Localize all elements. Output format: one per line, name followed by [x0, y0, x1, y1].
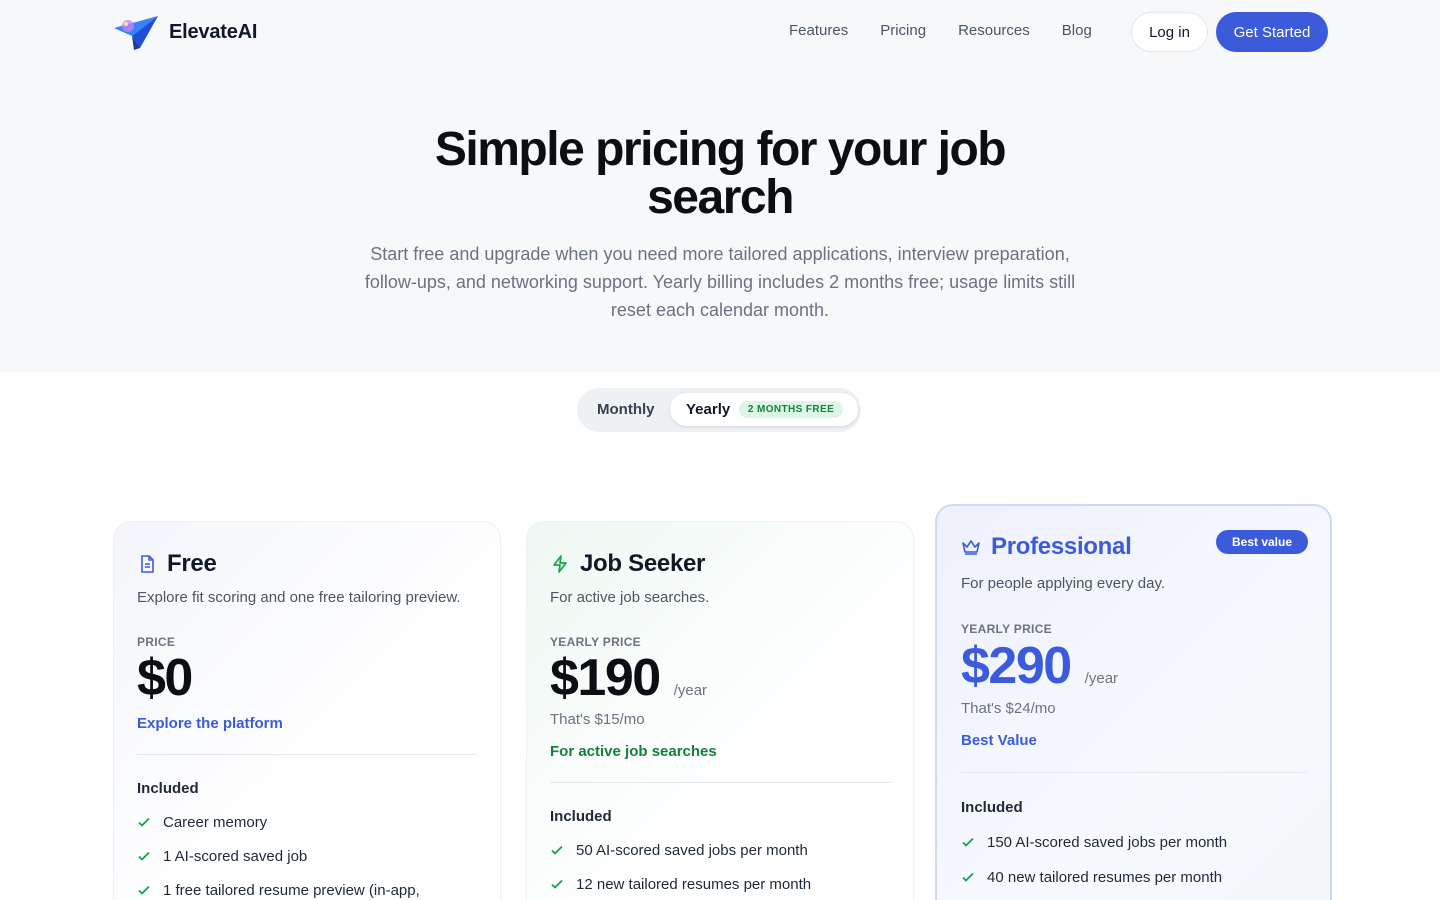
plan-tagline: Best Value: [961, 732, 1037, 749]
feature-text: 1 free tailored resume preview (in-app,: [163, 882, 420, 899]
divider: [137, 754, 477, 755]
divider: [550, 782, 891, 783]
plan-header: Job Seeker: [550, 550, 705, 578]
billing-toggle: Monthly Yearly 2 MONTHS FREE: [577, 388, 861, 432]
page-subtitle: Start free and upgrade when you need mor…: [364, 244, 1076, 320]
feature-item: Career memory: [137, 813, 457, 833]
logo[interactable]: ElevateAI: [112, 12, 257, 52]
login-button[interactable]: Log in: [1131, 12, 1208, 52]
plan-header: Free: [137, 550, 217, 578]
nav-link-pricing[interactable]: Pricing: [880, 22, 926, 39]
plan-card-free: Free Explore fit scoring and one free ta…: [113, 521, 501, 900]
price-label: YEARLY PRICE: [961, 622, 1052, 636]
price-row: $190 /year: [550, 652, 707, 704]
plan-header: Professional: [961, 533, 1132, 561]
nav-link-resources[interactable]: Resources: [958, 22, 1030, 39]
price-period: /year: [1084, 670, 1119, 687]
feature-item: 50 AI-scored saved jobs per month: [550, 841, 870, 861]
included-heading: Included: [137, 780, 199, 797]
paper-plane-logo-icon: [114, 16, 158, 50]
plan-description: For active job searches.: [550, 589, 710, 606]
feature-text: 12 new tailored resumes per month: [576, 876, 812, 893]
plan-description: For people applying every day.: [961, 575, 1166, 592]
price-label: YEARLY PRICE: [550, 635, 641, 649]
lightning-icon: [553, 555, 567, 573]
price-period: /year: [673, 682, 708, 699]
plan-tagline: Explore the platform: [137, 715, 283, 732]
feature-item: 150 AI-scored saved jobs per month: [961, 833, 1281, 853]
crown-icon: [962, 540, 980, 555]
billing-option-yearly[interactable]: Yearly 2 MONTHS FREE: [670, 393, 858, 426]
nav-link-blog[interactable]: Blog: [1062, 22, 1092, 39]
plan-price: $190: [550, 649, 661, 707]
feature-text: 40 new tailored resumes per month: [987, 869, 1223, 886]
feature-item: 12 new tailored resumes per month: [550, 875, 870, 895]
plan-name: Job Seeker: [580, 550, 706, 577]
billing-option-yearly-label: Yearly: [686, 401, 731, 418]
plan-price: $290: [961, 637, 1072, 695]
monthly-equivalent: That's $15/mo: [550, 711, 645, 728]
check-icon: [138, 885, 150, 895]
plan-description: Explore fit scoring and one free tailori…: [137, 589, 461, 606]
top-nav: ElevateAI Features Pricing Resources Blo…: [0, 0, 1440, 64]
feature-text: 1 AI-scored saved job: [163, 848, 308, 865]
nav-links: Features Pricing Resources Blog: [789, 22, 1092, 39]
best-value-badge: Best value: [1216, 530, 1308, 554]
included-heading: Included: [961, 799, 1023, 816]
divider: [961, 772, 1307, 773]
feature-text: 150 AI-scored saved jobs per month: [987, 834, 1228, 851]
document-icon: [141, 555, 154, 573]
check-icon: [551, 879, 563, 889]
plan-name: Free: [167, 550, 217, 577]
check-icon: [962, 837, 974, 847]
feature-item: 40 new tailored resumes per month: [961, 868, 1281, 888]
plan-card-job-seeker: Job Seeker For active job searches. YEAR…: [526, 521, 914, 900]
page-title: Simple pricing for your job search: [434, 123, 1007, 224]
brand-name: ElevateAI: [169, 20, 258, 43]
check-icon: [962, 872, 974, 882]
check-icon: [551, 845, 563, 855]
included-heading: Included: [550, 808, 612, 825]
feature-text: Career memory: [163, 814, 268, 831]
price-row: $290 /year: [961, 640, 1118, 692]
billing-option-monthly[interactable]: Monthly: [597, 401, 655, 418]
months-free-badge: 2 MONTHS FREE: [739, 401, 843, 418]
get-started-button[interactable]: Get Started: [1216, 12, 1328, 52]
price-row: $0: [137, 649, 193, 707]
plan-name: Professional: [991, 533, 1132, 560]
plan-card-professional: Professional Best value For people apply…: [935, 504, 1332, 900]
check-icon: [138, 851, 150, 861]
nav-link-features[interactable]: Features: [789, 22, 848, 39]
plan-tagline: For active job searches: [550, 743, 717, 760]
feature-text: 50 AI-scored saved jobs per month: [576, 842, 808, 859]
price-label: PRICE: [137, 635, 176, 649]
feature-item: 1 free tailored resume preview (in-app,: [137, 881, 457, 900]
plan-price: $0: [137, 649, 193, 707]
monthly-equivalent: That's $24/mo: [961, 700, 1056, 717]
check-icon: [138, 817, 150, 827]
feature-item: 1 AI-scored saved job: [137, 847, 457, 867]
